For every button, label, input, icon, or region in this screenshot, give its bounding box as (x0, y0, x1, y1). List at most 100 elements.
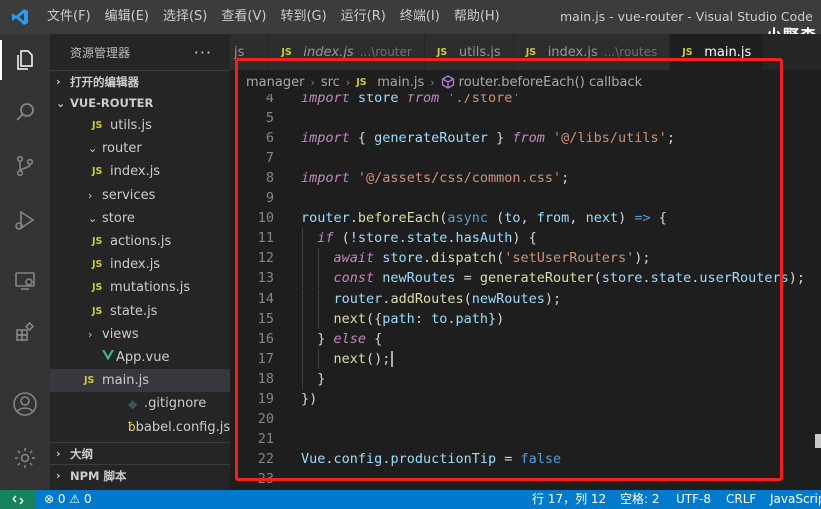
tab-label: utils.js (458, 44, 501, 60)
chevron-right-icon: › (56, 447, 61, 460)
explorer-icon[interactable] (0, 36, 50, 84)
code-token: . (325, 450, 334, 467)
encoding-setting[interactable]: UTF-8 (676, 490, 711, 509)
run-debug-icon[interactable] (0, 196, 50, 244)
js-file-icon: JS (682, 46, 693, 58)
code-token: generateRouter (374, 130, 488, 147)
code-text: } else { (301, 331, 382, 347)
chevron-right-icon: › (88, 188, 93, 202)
code-line: 5 (230, 108, 821, 128)
indentation-setting[interactable]: 空格: 2 (620, 490, 660, 509)
remote-indicator-icon[interactable] (0, 490, 36, 509)
code-line: 6 import { generateRouter } from '@/libs/… (230, 128, 821, 148)
more-actions-icon[interactable]: ··· (194, 43, 212, 62)
code-line: 4 import store from './store' (230, 94, 821, 108)
activity-bar (0, 34, 50, 490)
indent-guide (302, 368, 303, 389)
explorer-header: 资源管理器 ··· (50, 34, 230, 70)
editor-tab[interactable]: JS utils.js (424, 34, 514, 70)
breadcrumb-item[interactable]: router.beforeEach() callback (459, 75, 643, 90)
search-icon[interactable] (0, 88, 50, 136)
code-token: 'setUserRouters' (504, 250, 635, 267)
code-token: newRoutes (382, 270, 456, 287)
language-mode[interactable]: JavaScript (770, 490, 821, 509)
breadcrumb-item[interactable]: manager (246, 75, 304, 90)
chevron-right-icon: › (56, 469, 61, 482)
editor-tab[interactable]: js (230, 34, 270, 70)
extensions-icon[interactable] (0, 308, 50, 356)
menu-item[interactable]: 查看(V) (214, 0, 273, 34)
tree-item[interactable]: JS actions.js (50, 230, 230, 253)
account-icon[interactable] (0, 380, 50, 428)
code-editor[interactable]: 4 import store from './store' 5 6 import { g… (230, 94, 821, 490)
code-token: userRouters (699, 270, 789, 287)
scrollbar-marker[interactable] (815, 434, 821, 448)
project-section[interactable]: ⌄ VUE-ROUTER (50, 92, 230, 114)
menu-item[interactable]: 转到(G) (273, 0, 333, 34)
tree-item-label: main.js (102, 373, 149, 389)
tree-item[interactable]: JS main.js (50, 369, 230, 393)
menu-item[interactable]: 选择(S) (156, 0, 214, 34)
code-token: store (357, 94, 399, 106)
js-file-icon: JS (92, 259, 103, 271)
tree-item[interactable]: JS index.js (50, 253, 230, 276)
breadcrumb-item[interactable]: src (321, 75, 340, 90)
code-token: hasAuth (455, 230, 513, 247)
tree-item[interactable]: JS utils.js (50, 114, 230, 137)
code-token: ) (618, 210, 635, 227)
open-editors-section[interactable]: › 打开的编辑器 (50, 70, 230, 92)
menu-item[interactable]: 编辑(E) (98, 0, 156, 34)
menu-item[interactable]: 终端(I) (393, 0, 447, 34)
code-token: store (601, 270, 643, 287)
source-control-icon[interactable] (0, 142, 50, 190)
npm-scripts-section[interactable]: › NPM 脚本 (50, 464, 230, 486)
eol-setting[interactable]: CRLF (726, 490, 756, 509)
menu-item[interactable]: 文件(F) (40, 0, 98, 34)
menu-item[interactable]: 运行(R) (334, 0, 393, 34)
outline-section[interactable]: › 大纲 (50, 442, 230, 464)
tree-item[interactable]: ƀ babel.config.js (50, 415, 230, 438)
menu-item[interactable]: 帮助(H) (447, 0, 507, 34)
tree-item[interactable]: ⌄ store (50, 207, 230, 230)
tree-item[interactable]: JS mutations.js (50, 276, 230, 299)
tree-item[interactable]: App.vue (50, 346, 230, 369)
title-bar: 文件(F) 编辑(E) 选择(S) 查看(V) 转到(G) 运行(R) 终端(I) 帮助(H)… (0, 0, 821, 45)
line-number: 16 (257, 330, 274, 347)
editor-tab[interactable]: JS main.js (670, 34, 765, 70)
text-cursor (391, 350, 394, 367)
line-number: 8 (265, 170, 274, 187)
chevron-right-icon: › (88, 327, 93, 341)
cursor-position[interactable]: 行 17，列 12 (532, 490, 606, 509)
status-bar: ⊗ 0 ⚠ 0 行 17，列 12 空格: 2 UTF-8 CRLF JavaS… (0, 490, 821, 509)
editor-tab[interactable]: JS index.js ...\routes (513, 34, 671, 70)
tree-item[interactable]: ⌄ router (50, 137, 230, 160)
remote-explorer-icon[interactable] (0, 256, 50, 304)
code-token: (); (366, 350, 391, 367)
symbol-method-icon (441, 75, 455, 89)
breadcrumb-item[interactable]: main.js (377, 75, 424, 90)
indent-guide (302, 248, 303, 269)
tree-item-label: services (102, 187, 156, 203)
code-token: next (333, 310, 367, 327)
tree-item[interactable]: ◆ .gitignore (50, 392, 230, 415)
vscode-logo-icon (0, 0, 40, 34)
problems-count: 0 (57, 492, 66, 506)
editor-tab[interactable]: JS index.js ...\router (269, 34, 425, 70)
code-token: addRoutes (390, 290, 464, 307)
settings-gear-icon[interactable] (0, 434, 50, 482)
code-line: 16 } else { (230, 328, 821, 349)
problems-indicator[interactable]: ⊗ 0 ⚠ 0 (44, 490, 92, 509)
code-token: ); (634, 250, 651, 267)
tree-item[interactable]: JS state.js (50, 300, 230, 323)
tree-item[interactable]: JS index.js (50, 160, 230, 183)
code-token: generateRouter (479, 270, 594, 287)
code-token: : (414, 310, 432, 327)
code-line: 9 (230, 188, 821, 208)
code-token: ; (561, 170, 570, 187)
chevron-right-icon: › (310, 75, 315, 89)
tree-item[interactable]: › services (50, 184, 230, 207)
code-token: ) { (512, 230, 537, 247)
tree-item[interactable]: › views (50, 323, 230, 346)
